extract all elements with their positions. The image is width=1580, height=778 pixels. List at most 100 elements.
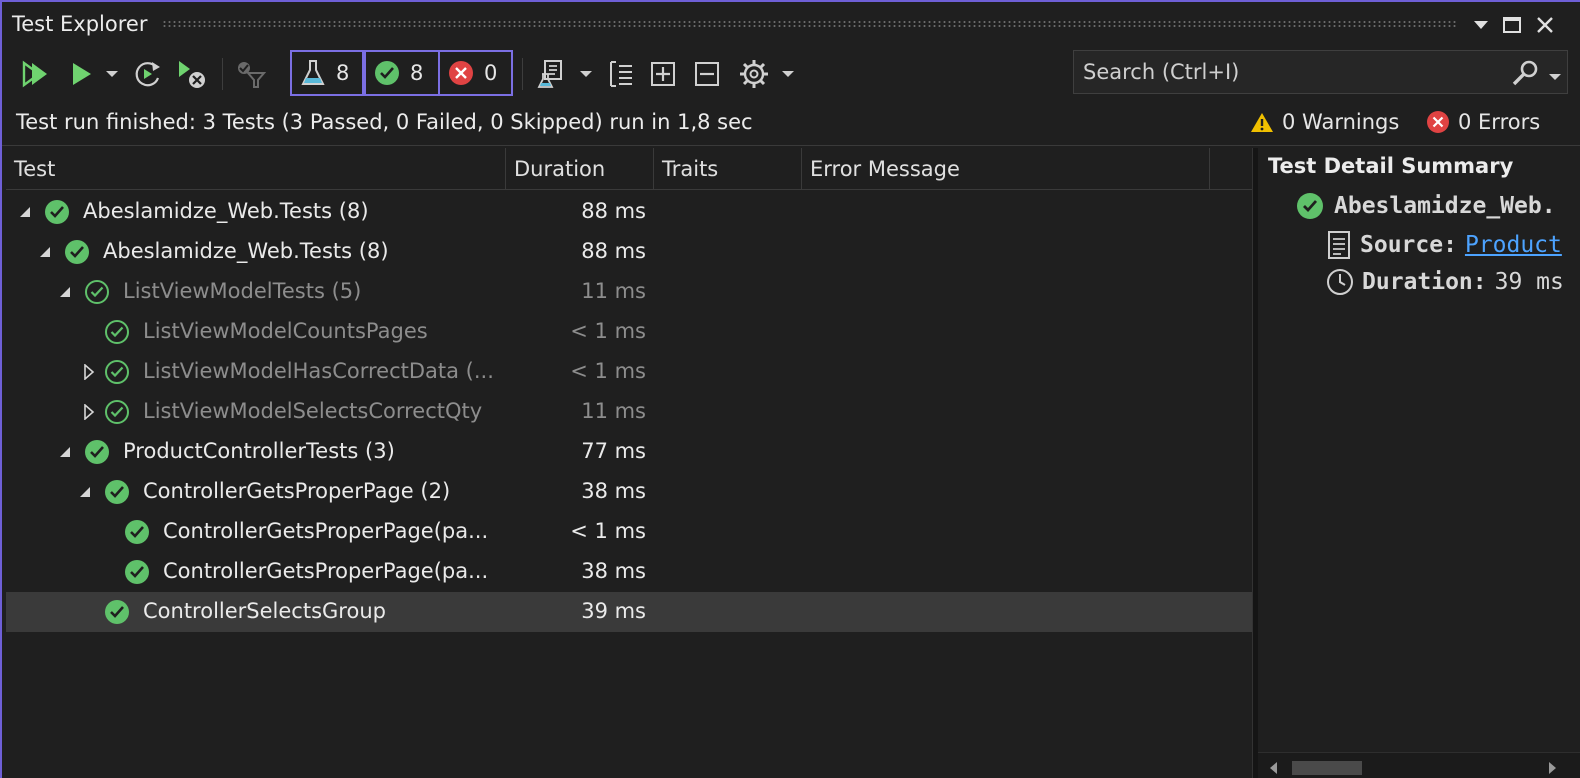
tree-row-test-selected[interactable]: ControllerSelectsGroup 39 ms <box>6 592 1252 632</box>
row-label: ListViewModelSelectsCorrectQty <box>143 399 483 423</box>
row-duration: < 1 ms <box>570 319 646 343</box>
collapsed-triangle-icon[interactable] <box>82 364 96 380</box>
row-label: ControllerGetsProperPage <box>143 479 414 503</box>
passed-check-icon <box>105 480 129 504</box>
repeat-last-run-button[interactable] <box>130 56 166 92</box>
close-icon[interactable] <box>1532 12 1558 38</box>
run-all-tests-button[interactable] <box>16 56 52 92</box>
source-link[interactable]: Product <box>1465 232 1562 258</box>
passed-tests-count-button[interactable]: 8 <box>364 50 440 96</box>
tree-row-test[interactable]: ListViewModelCountsPages < 1 ms <box>6 312 1252 352</box>
passed-check-icon <box>375 61 399 85</box>
test-explorer-window: Test Explorer 8 8 0 Search (Ctrl+I) Test… <box>0 0 1580 778</box>
group-by-button[interactable] <box>604 56 638 92</box>
detail-title: Test Detail Summary <box>1268 154 1514 178</box>
search-options-chevron-down-icon[interactable] <box>1548 67 1562 86</box>
maximize-icon[interactable] <box>1499 12 1525 38</box>
tree-row-project[interactable]: Abeslamidze_Web.Tests (8) 88 ms <box>6 192 1252 232</box>
search-box[interactable] <box>1073 50 1568 94</box>
filter-icon <box>238 62 266 88</box>
scroll-left-arrow-icon[interactable] <box>1268 761 1278 775</box>
run-status-bar: Test run finished: 3 Tests (3 Passed, 0 … <box>2 100 1580 146</box>
grid-header: Test Duration Traits Error Message <box>6 148 1252 190</box>
collapse-all-button[interactable] <box>690 56 724 92</box>
search-input[interactable] <box>1083 58 1503 86</box>
total-count: 8 <box>336 61 350 85</box>
expand-all-icon <box>651 62 675 86</box>
errors-count: 0 Errors <box>1458 110 1541 134</box>
detail-horizontal-scrollbar[interactable] <box>1258 752 1580 778</box>
column-header-error-message[interactable]: Error Message <box>802 148 1210 190</box>
total-tests-count-button[interactable]: 8 <box>290 50 364 96</box>
expanded-triangle-icon[interactable] <box>38 244 52 260</box>
tree-row-test-group[interactable]: ControllerGetsProperPage (2) 38 ms <box>6 472 1252 512</box>
run-dropdown-button[interactable] <box>102 56 122 92</box>
row-label: ControllerGetsProperPage(pa... <box>163 519 489 543</box>
errors-indicator[interactable]: 0 Errors <box>1426 110 1540 134</box>
warnings-indicator[interactable]: 0 Warnings <box>1250 110 1399 134</box>
column-header-test[interactable]: Test <box>6 148 506 190</box>
clock-icon <box>1327 269 1353 295</box>
row-duration: 11 ms <box>581 399 646 423</box>
scroll-right-arrow-icon[interactable] <box>1548 761 1558 775</box>
window-menu-dropdown-icon[interactable] <box>1468 12 1494 38</box>
title-drag-grip[interactable] <box>162 20 1457 28</box>
gear-icon <box>740 60 768 88</box>
tree-row-test[interactable]: ControllerGetsProperPage(pa... 38 ms <box>6 552 1252 592</box>
expanded-triangle-icon[interactable] <box>58 444 72 460</box>
window-title: Test Explorer <box>12 12 148 36</box>
detail-test-name-row: Abeslamidze_Web. <box>1296 192 1556 220</box>
row-count: (8) <box>358 239 389 263</box>
failed-tests-count-button[interactable]: 0 <box>438 50 513 96</box>
expanded-triangle-icon[interactable] <box>18 204 32 220</box>
row-duration: 38 ms <box>581 479 646 503</box>
tree-row-class[interactable]: ProductControllerTests (3) 77 ms <box>6 432 1252 472</box>
passed-check-icon <box>45 200 69 224</box>
passed-check-icon <box>85 440 109 464</box>
settings-button[interactable] <box>736 56 772 92</box>
filter-button[interactable] <box>232 56 268 92</box>
row-duration: < 1 ms <box>570 359 646 383</box>
row-label: ListViewModelHasCorrectData <box>143 359 459 383</box>
tree-row-test[interactable]: ListViewModelSelectsCorrectQty 11 ms <box>6 392 1252 432</box>
row-label: ControllerSelectsGroup <box>143 599 386 623</box>
flask-icon <box>301 60 325 85</box>
row-duration: 38 ms <box>581 559 646 583</box>
expanded-triangle-icon[interactable] <box>78 484 92 500</box>
row-duration: 88 ms <box>581 239 646 263</box>
scrollbar-thumb[interactable] <box>1292 761 1362 775</box>
detail-test-name: Abeslamidze_Web. <box>1334 193 1556 219</box>
row-count: (... <box>465 359 494 383</box>
row-count: (5) <box>331 279 362 303</box>
run-button[interactable] <box>64 56 98 92</box>
settings-dropdown-button[interactable] <box>778 56 798 92</box>
passed-check-icon <box>65 240 89 264</box>
row-label: ListViewModelTests <box>123 279 325 303</box>
playlist-dropdown-button[interactable] <box>576 56 596 92</box>
tree-row-namespace[interactable]: Abeslamidze_Web.Tests (8) 88 ms <box>6 232 1252 272</box>
test-detail-summary-panel: Test Detail Summary Abeslamidze_Web. Sou… <box>1258 148 1580 778</box>
expand-all-button[interactable] <box>646 56 680 92</box>
collapsed-triangle-icon[interactable] <box>82 404 96 420</box>
play-icon <box>73 63 91 85</box>
tree-row-test[interactable]: ControllerGetsProperPage(pa... < 1 ms <box>6 512 1252 552</box>
row-count: (8) <box>338 199 369 223</box>
expanded-triangle-icon[interactable] <box>58 284 72 300</box>
repeat-run-icon <box>135 62 160 87</box>
playlist-button[interactable] <box>534 56 570 92</box>
search-icon[interactable] <box>1510 59 1540 91</box>
cancel-run-button[interactable] <box>174 56 210 92</box>
failed-x-icon <box>449 61 473 85</box>
toolbar: 8 8 0 <box>2 48 1580 100</box>
chevron-down-icon <box>580 71 592 77</box>
passed-check-icon <box>105 600 129 624</box>
column-header-duration[interactable]: Duration <box>506 148 654 190</box>
row-duration: 88 ms <box>581 199 646 223</box>
tree-row-class[interactable]: ListViewModelTests (5) 11 ms <box>6 272 1252 312</box>
passed-check-icon <box>1297 193 1323 219</box>
tree-row-test[interactable]: ListViewModelHasCorrectData (... < 1 ms <box>6 352 1252 392</box>
test-results-grid: Test Duration Traits Error Message Abesl… <box>6 148 1252 778</box>
duration-label: Duration: <box>1362 269 1487 295</box>
row-label: Abeslamidze_Web.Tests <box>103 239 353 263</box>
column-header-traits[interactable]: Traits <box>654 148 802 190</box>
